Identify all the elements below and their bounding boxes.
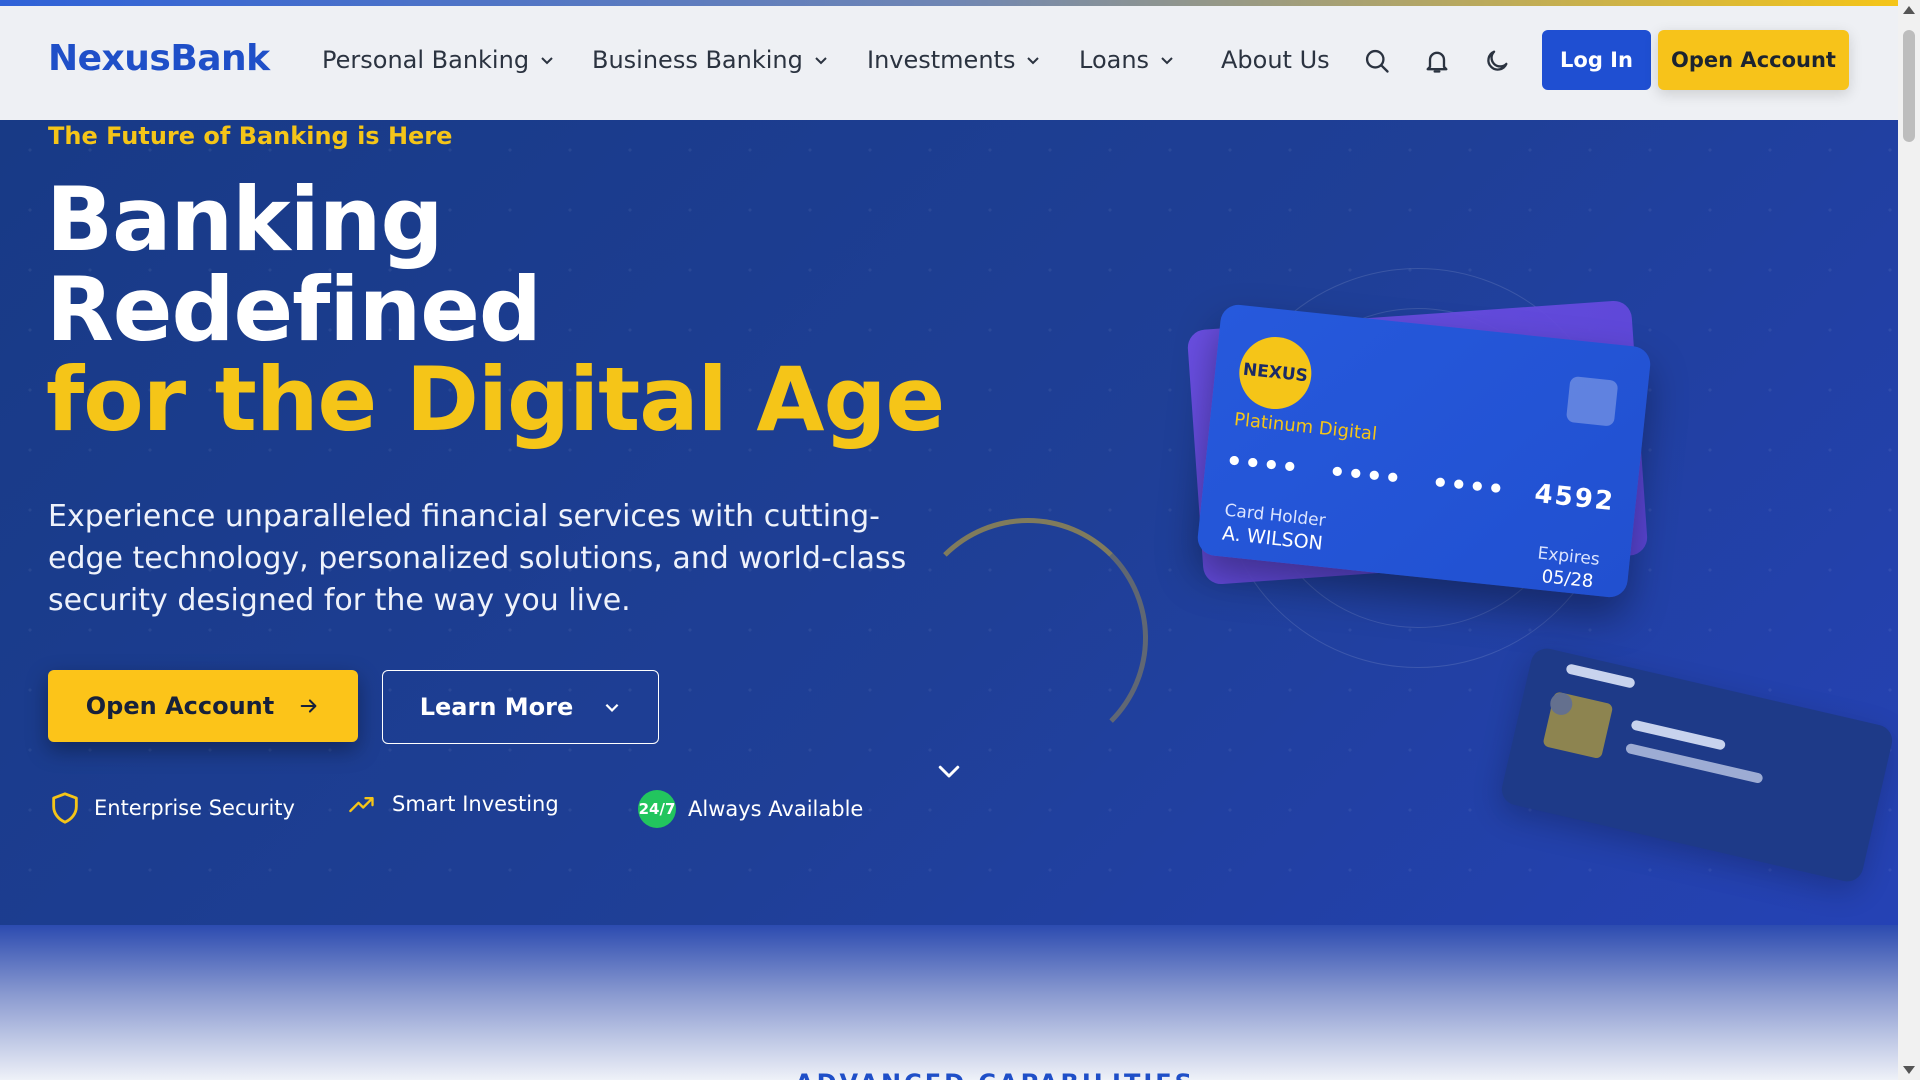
card-line [1624,742,1764,784]
section-label: ADVANCED CAPABILITIES [795,1069,1195,1080]
arrow-right-icon [300,699,317,713]
nav-item-business-banking[interactable]: Business Banking [592,46,829,74]
card-last4: 4592 [1533,478,1617,518]
card-expires-value: 05/28 [1540,566,1595,593]
hero-headline-line2: Redefined [46,258,542,361]
nav-item-investments[interactable]: Investments [867,46,1041,74]
nav-item-about-us[interactable]: About Us [1221,46,1330,74]
card-tier: Platinum Digital [1233,409,1378,445]
search-icon[interactable] [1360,44,1394,78]
learn-more-label: Learn More [419,693,574,721]
page-scrollbar[interactable] [1898,0,1920,1080]
card-number-group: •••• [1327,457,1405,495]
shield-icon [52,792,78,824]
nav-item-label: About Us [1221,46,1330,74]
hero-headline-line3: for the Digital Age [46,348,945,451]
nav-item-label: Personal Banking [322,46,530,74]
nav-item-label: Loans [1079,46,1150,74]
hero-headline-line1: Banking [46,168,443,271]
hero-tagline: The Future of Banking is Here [48,122,453,150]
feature-enterprise-security: Enterprise Security [48,790,295,826]
card-number-group: •••• [1430,468,1508,506]
card-line [1565,663,1636,689]
chevron-down-icon [541,57,553,65]
nav-item-label: Business Banking [592,46,803,74]
navbar: NexusBank Personal Banking Business Bank… [0,6,1898,120]
nav-item-personal-banking[interactable]: Personal Banking [322,46,555,74]
login-button[interactable]: Log In [1542,30,1651,90]
badge-247-icon: 24/7 [638,790,676,828]
nav-item-label: Investments [867,46,1016,74]
bell-icon[interactable] [1420,44,1454,78]
chevron-down-icon [605,703,619,712]
card-number-group: •••• [1224,446,1302,485]
feature-always-available: 24/7 Always Available [638,790,863,828]
hero-description: Experience unparalleled financial servic… [48,499,907,618]
card-chip-icon [1565,375,1619,427]
feature-label: Enterprise Security [94,796,295,820]
feature-smart-investing: Smart Investing [344,790,559,818]
trending-up-icon [349,797,374,813]
chevron-down-icon [815,57,827,65]
decorative-ring [908,518,1148,758]
credit-card: NEXUS Platinum Digital •••• •••• •••• 45… [1196,303,1652,599]
scroll-down-icon[interactable] [934,756,964,786]
nav-item-loans[interactable]: Loans [1079,46,1175,74]
open-account-hero-button[interactable]: Open Account [48,670,358,742]
scroll-up-arrow-icon[interactable] [1903,6,1915,14]
chevron-down-icon [1161,57,1173,65]
capabilities-section: ADVANCED CAPABILITIES [0,925,1898,1080]
feature-label: Smart Investing [392,792,559,816]
open-account-nav-button[interactable]: Open Account [1658,30,1849,90]
learn-more-button[interactable]: Learn More [382,670,659,744]
open-account-hero-label: Open Account [85,692,275,720]
chevron-down-icon [1027,57,1040,65]
moon-icon[interactable] [1480,44,1514,78]
feature-label: Always Available [688,797,864,821]
brand-logo[interactable]: NexusBank [48,38,270,79]
scrollbar-thumb[interactable] [1903,30,1915,142]
card-brand-logo: NEXUS [1235,333,1315,413]
scroll-down-arrow-icon[interactable] [1903,1066,1915,1074]
hero-section: The Future of Banking is Here Banking Re… [0,120,1898,925]
